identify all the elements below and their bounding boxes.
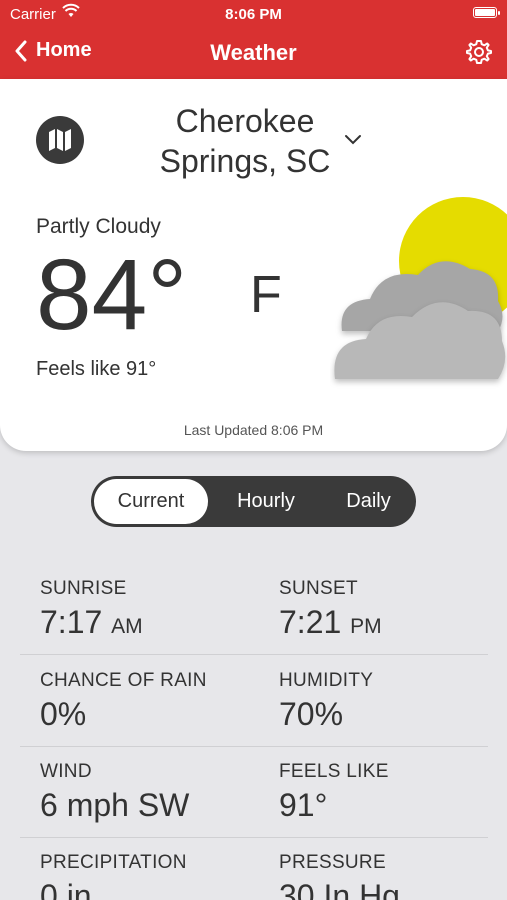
sunset-suffix: PM — [350, 615, 382, 638]
precipitation-cell: PRECIPITATION 0 in — [40, 852, 187, 900]
location-line-1: Cherokee — [175, 103, 315, 139]
humidity-label: HUMIDITY — [279, 670, 374, 691]
tab-daily[interactable]: Daily — [321, 476, 416, 527]
humidity-cell: HUMIDITY 70% — [279, 670, 373, 733]
feels-like-label: FEELS LIKE — [279, 761, 389, 782]
temperature-value: 84° — [36, 239, 188, 351]
details-row: SUNRISE 7:17 AM SUNSET 7:21 PM — [20, 563, 488, 655]
tab-hourly[interactable]: Hourly — [211, 476, 321, 527]
precipitation-value: 0 in — [40, 878, 92, 900]
partly-cloudy-icon — [330, 191, 507, 416]
map-icon — [49, 129, 71, 151]
sunset-label: SUNSET — [279, 578, 358, 599]
chevron-down-icon[interactable] — [344, 133, 362, 151]
temperature-unit: F — [250, 266, 282, 324]
status-bar: Carrier 8:06 PM — [0, 0, 507, 28]
humidity-value: 70% — [279, 696, 344, 732]
last-updated-text: Last Updated 8:06 PM — [183, 422, 324, 438]
wind-label: WIND — [40, 761, 92, 782]
sunrise-value: 7:17 — [40, 604, 103, 640]
wind-value: 6 mph SW — [40, 787, 190, 823]
nav-bar: Home Weather — [0, 28, 507, 79]
sunset-cell: SUNSET 7:21 PM — [279, 578, 382, 641]
page-title: Weather — [210, 40, 297, 65]
pressure-label: PRESSURE — [279, 852, 386, 873]
pressure-value: 30 In Hg — [279, 878, 400, 900]
feels-cell: FEELS LIKE 91° — [279, 761, 389, 824]
feels-like-text: Feels like 91° — [36, 358, 157, 380]
map-button[interactable] — [36, 116, 84, 164]
wind-cell: WIND 6 mph SW — [40, 761, 189, 824]
precipitation-label: PRECIPITATION — [40, 852, 187, 873]
location-name[interactable]: Cherokee Springs, SC — [140, 101, 350, 181]
rain-value: 0% — [40, 696, 87, 732]
sunset-value: 7:21 — [279, 604, 342, 640]
details-row: CHANCE OF RAIN 0% HUMIDITY 70% — [20, 655, 488, 747]
status-time: 8:06 PM — [225, 6, 282, 23]
gear-icon[interactable] — [465, 38, 493, 71]
tab-current[interactable]: Current — [94, 479, 208, 524]
sunrise-label: SUNRISE — [40, 578, 127, 599]
rain-label: CHANCE OF RAIN — [40, 670, 207, 691]
feels-like-value: 91° — [279, 787, 328, 823]
sunrise-suffix: AM — [111, 615, 143, 638]
sunrise-cell: SUNRISE 7:17 AM — [40, 578, 143, 641]
details-row: PRECIPITATION 0 in PRESSURE 30 In Hg — [20, 837, 488, 900]
location-line-2: Springs, SC — [159, 143, 331, 179]
rain-cell: CHANCE OF RAIN 0% — [40, 670, 207, 733]
details-row: WIND 6 mph SW FEELS LIKE 91° — [20, 746, 488, 838]
battery-icon — [473, 7, 500, 18]
pressure-cell: PRESSURE 30 In Hg — [279, 852, 400, 900]
forecast-segmented-control: Current Hourly Daily — [91, 476, 416, 527]
current-weather-card: Cherokee Springs, SC Partly Cloudy 84° F… — [0, 79, 507, 451]
